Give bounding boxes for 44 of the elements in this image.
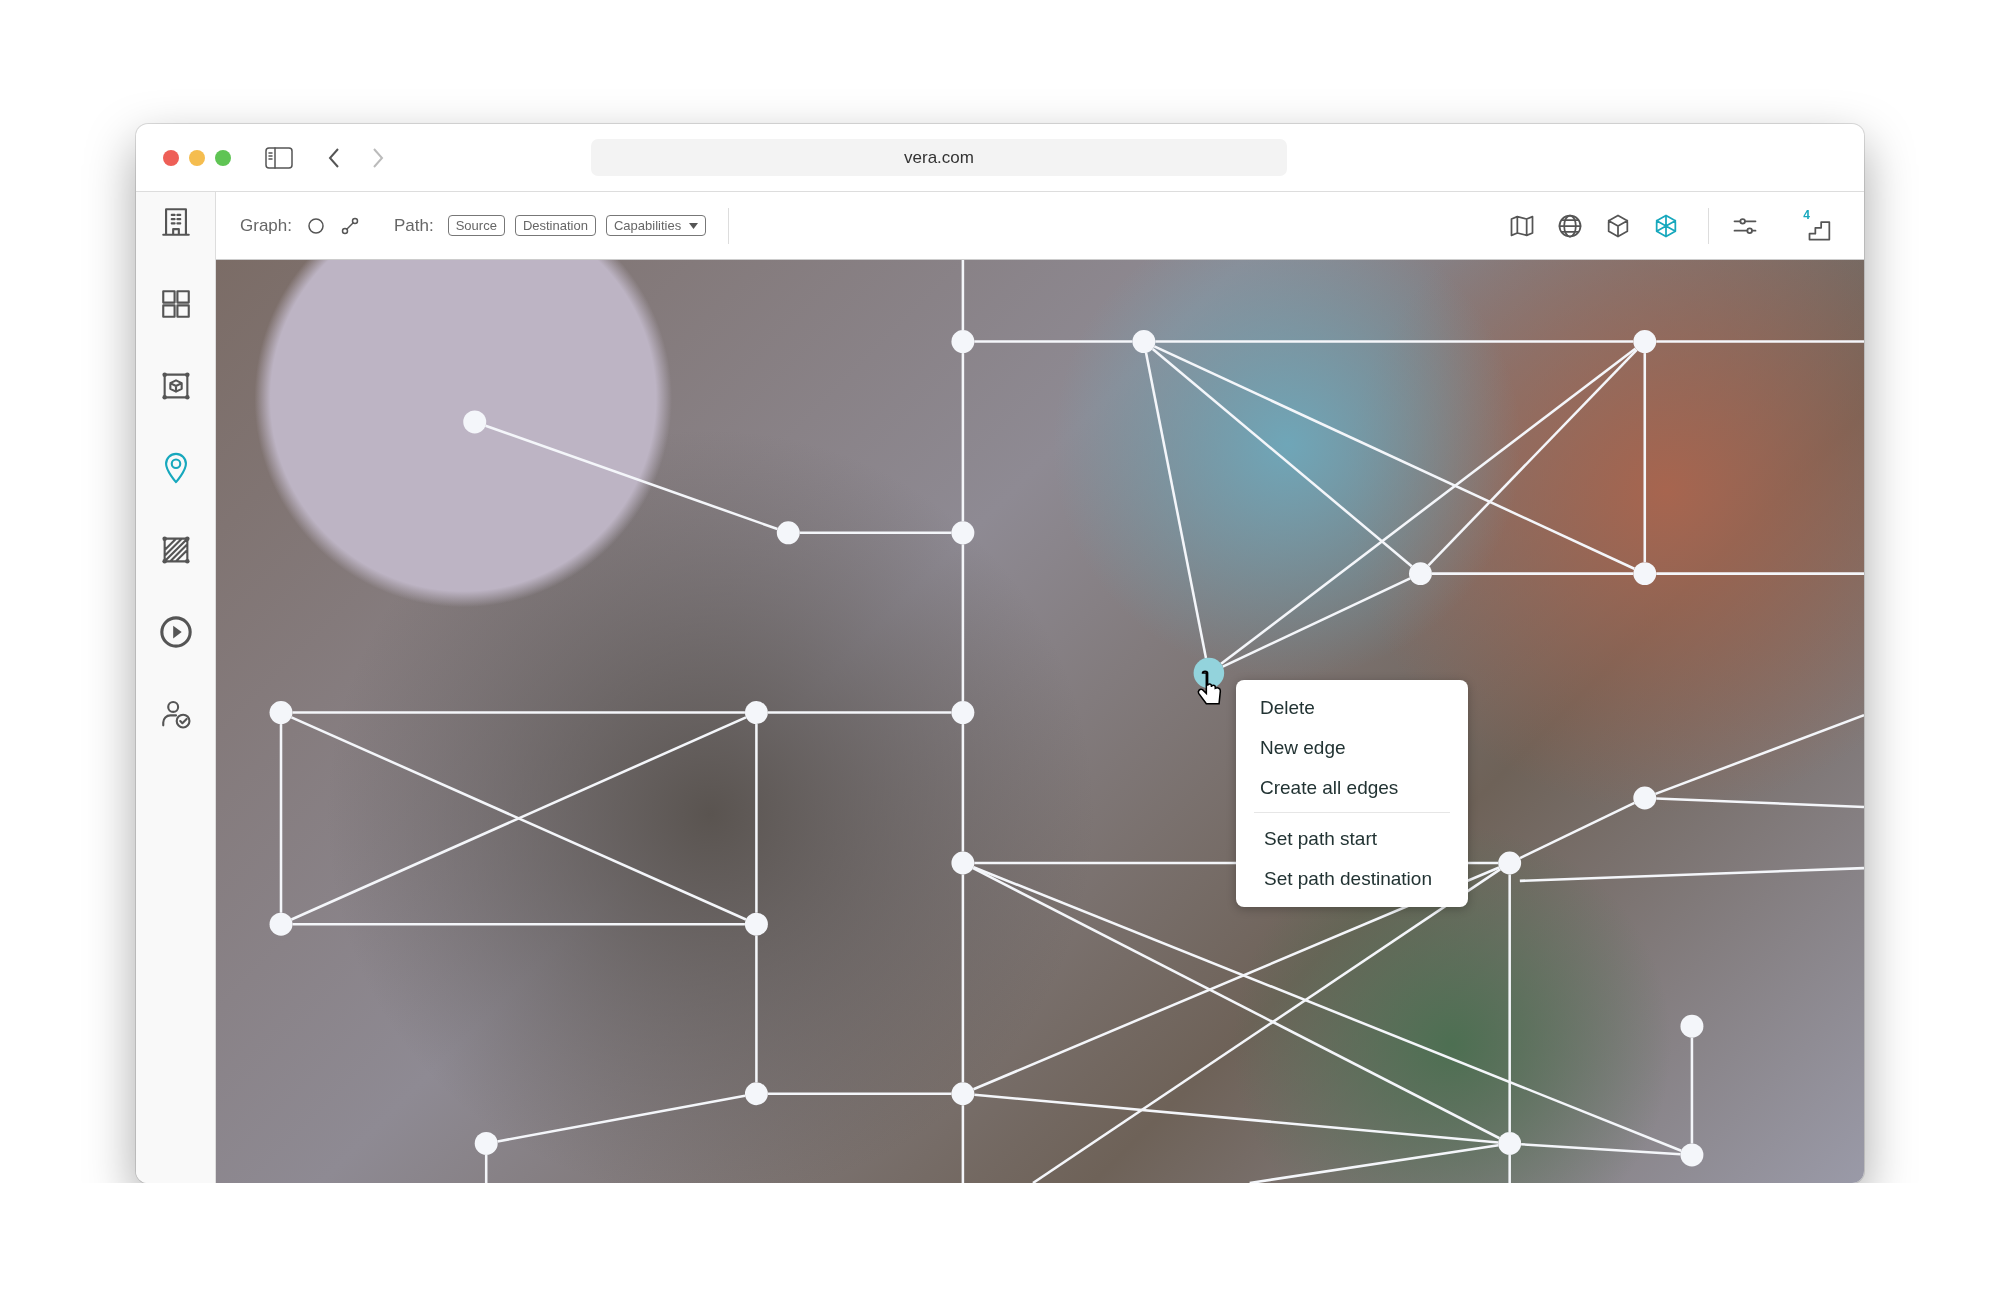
graph-node[interactable] [1498,1132,1522,1155]
graph-node[interactable] [1633,786,1657,810]
sidebar-toggle-icon[interactable] [265,146,293,169]
graph-node[interactable] [776,521,800,545]
graph-node[interactable] [1633,330,1657,354]
menu-item[interactable]: New edge [1236,728,1468,768]
graph-node[interactable] [1132,330,1156,354]
graph-node[interactable] [951,851,975,875]
path-endpoint-button[interactable]: Destination [514,215,596,236]
graph-node[interactable] [951,1082,975,1106]
capabilities-dropdown[interactable]: Capabilities [605,215,707,236]
graph-node[interactable] [951,330,975,354]
graph-node[interactable] [1633,562,1657,586]
graph-node[interactable] [1680,1014,1704,1038]
back-button[interactable] [327,146,341,169]
add-edge-button[interactable] [340,215,360,236]
graph-node[interactable] [744,1082,768,1106]
graph-node[interactable] [1498,851,1522,875]
floor-number-label: 4 [1803,208,1810,221]
graph-node[interactable] [744,701,768,725]
graph-label: Graph: [240,215,292,236]
address-bar[interactable]: vera.com [591,139,1287,176]
graph-node[interactable] [463,410,487,434]
menu-item[interactable]: Create all edges [1236,768,1468,808]
menu-item[interactable]: Set path start [1236,819,1468,859]
close-window-button[interactable] [163,149,179,166]
graph-node[interactable] [951,521,975,545]
play-button[interactable] [158,615,193,649]
crossing-edges[interactable] [290,716,747,921]
path-label: Path: [394,215,434,236]
menu-item[interactable]: Set path destination [1236,859,1468,899]
zoom-window-button[interactable] [215,149,231,166]
graph-node[interactable] [269,912,293,936]
menu-item[interactable]: Delete [1236,688,1468,728]
graph-node[interactable] [474,1132,498,1155]
graph-node[interactable] [1409,562,1432,586]
add-node-button[interactable] [306,215,326,236]
caret-icon [689,222,699,229]
path-endpoint-button[interactable]: Source [447,215,505,236]
graph-node[interactable] [1680,1143,1704,1167]
hand-cursor-icon [1197,670,1222,705]
graph-node[interactable] [744,912,768,936]
graph-node[interactable] [269,701,293,725]
graph-node[interactable] [951,701,975,725]
